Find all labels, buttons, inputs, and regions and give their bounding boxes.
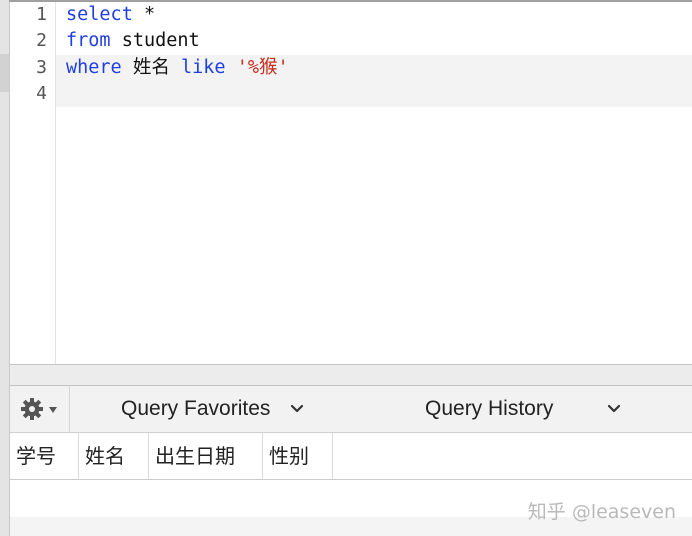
chevron-down-icon: [291, 404, 304, 413]
line-number-gutter: 1 2 3 4: [10, 2, 56, 364]
code-line-current[interactable]: where 姓名 like '%猴': [56, 55, 692, 81]
query-history-button[interactable]: Query History: [425, 386, 621, 432]
query-favorites-button[interactable]: Query Favorites: [121, 386, 304, 432]
query-editor[interactable]: 1 2 3 4 select * from student where 姓名 l…: [10, 2, 692, 364]
sql-keyword: like: [180, 57, 226, 78]
code-line[interactable]: from student: [56, 28, 692, 54]
gear-menu-button[interactable]: [10, 386, 70, 432]
watermark: 知乎 @leaseven: [527, 501, 676, 523]
query-history-label: Query History: [425, 397, 554, 420]
split-divider[interactable]: [10, 364, 692, 386]
code-area[interactable]: select * from student where 姓名 like '%猴': [56, 2, 692, 364]
line-number: 4: [36, 83, 47, 104]
gear-icon: [20, 398, 57, 420]
sidebar-selection-mark: [0, 54, 9, 92]
left-sidebar-strip: [0, 0, 10, 536]
sql-query-window: 1 2 3 4 select * from student where 姓名 l…: [0, 0, 692, 536]
line-number: 3: [36, 57, 47, 78]
code-line[interactable]: select *: [56, 2, 692, 28]
dropdown-arrow-icon: [48, 407, 57, 413]
query-toolbar: Query Favorites Query History: [10, 386, 692, 433]
sql-string: '%猴': [236, 57, 289, 78]
code-line[interactable]: [56, 81, 692, 107]
column-header[interactable]: 学号: [10, 433, 79, 479]
line-number: 2: [36, 30, 47, 51]
query-favorites-label: Query Favorites: [121, 397, 271, 420]
column-header[interactable]: 出生日期: [149, 433, 263, 479]
line-number: 1: [36, 4, 47, 25]
column-header[interactable]: 姓名: [79, 433, 149, 479]
sql-keyword: where: [66, 57, 122, 78]
sql-keyword: select: [66, 4, 133, 25]
sql-keyword: from: [66, 30, 111, 51]
sql-text: student: [110, 30, 200, 51]
sql-text: 姓名: [121, 57, 181, 78]
chevron-down-icon: [608, 404, 621, 413]
column-header[interactable]: 性别: [263, 433, 333, 479]
column-header-row: 学号 姓名 出生日期 性别: [10, 433, 692, 480]
sql-text: *: [132, 4, 156, 25]
